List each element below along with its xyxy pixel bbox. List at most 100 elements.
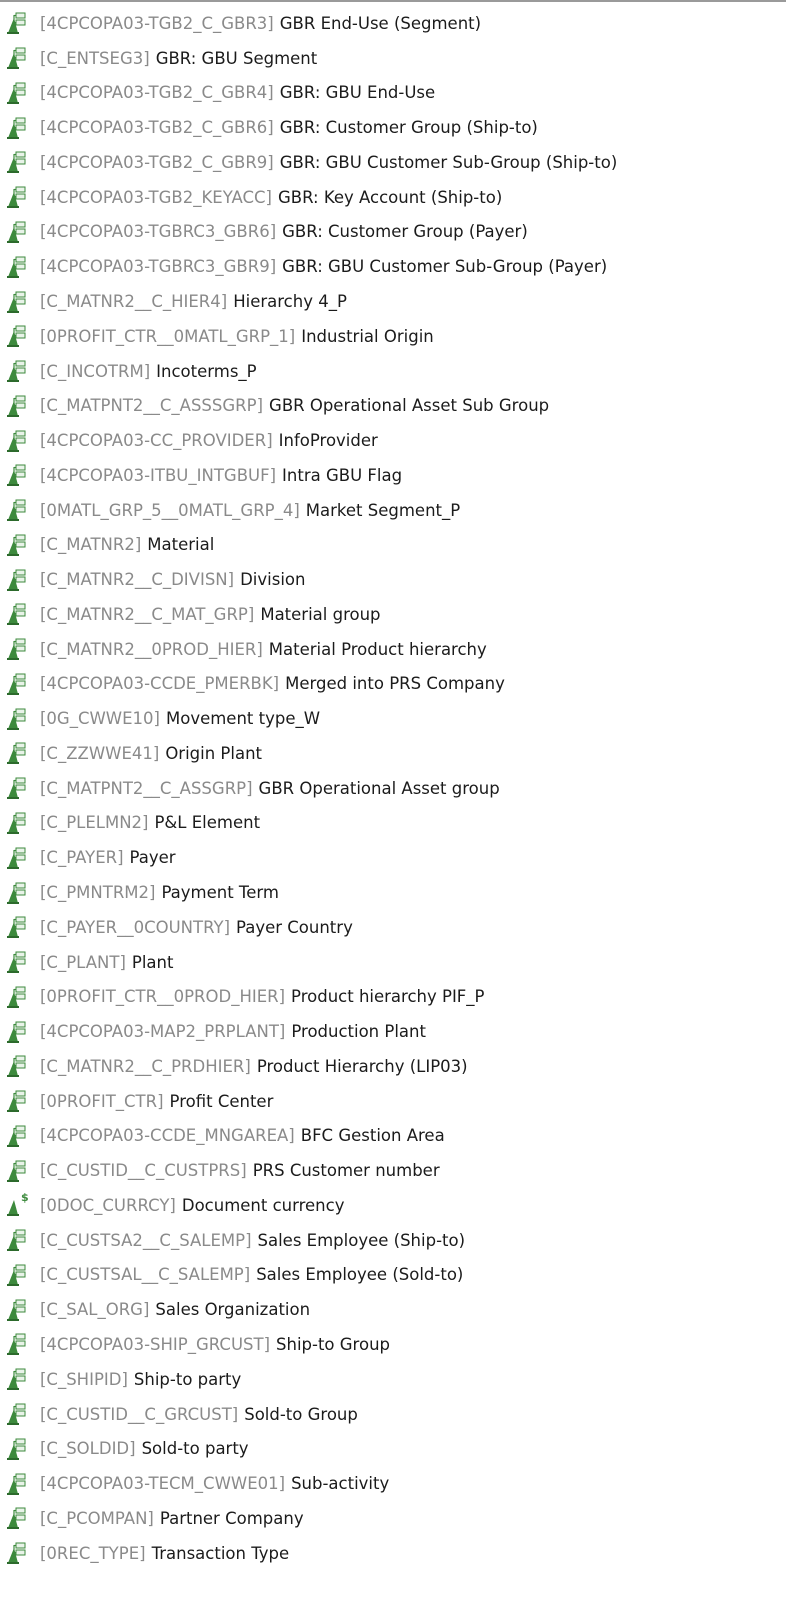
- tree-item[interactable]: [4CPCOPA03-TGB2_C_GBR9] GBR: GBU Customer…: [4, 145, 786, 180]
- tree-item[interactable]: [C_PLELMN2] P&L Element: [4, 806, 786, 841]
- tree-item[interactable]: [0PROFIT_CTR] Profit Center: [4, 1084, 786, 1119]
- technical-name: [4CPCOPA03-ITBU_INTGBUF]: [40, 465, 277, 485]
- tree-item[interactable]: [C_PAYER__0COUNTRY] Payer Country: [4, 910, 786, 945]
- tree-item[interactable]: [C_SAL_ORG] Sales Organization: [4, 1292, 786, 1327]
- tree-item[interactable]: [4CPCOPA03-SHIP_GRCUST] Ship-to Group: [4, 1327, 786, 1362]
- dimension-label: GBR: GBU Customer Sub-Group (Ship-to): [279, 152, 618, 172]
- tree-item[interactable]: [0REC_TYPE] Transaction Type: [4, 1536, 786, 1571]
- tree-item[interactable]: [4CPCOPA03-TECM_CWWE01] Sub-activity: [4, 1466, 786, 1501]
- tree-item[interactable]: $ [0DOC_CURRCY] Document currency: [4, 1188, 786, 1223]
- technical-name: [C_PCOMPAN]: [40, 1508, 154, 1528]
- tree-item[interactable]: [C_SOLDID] Sold-to party: [4, 1431, 786, 1466]
- technical-name: [C_PLANT]: [40, 952, 126, 972]
- tree-item[interactable]: [4CPCOPA03-TGB2_C_GBR4] GBR: GBU End-Use: [4, 76, 786, 111]
- dimension-icon: [4, 82, 32, 104]
- technical-name: [C_INCOTRM]: [40, 361, 151, 381]
- dimension-label: InfoProvider: [278, 431, 378, 451]
- technical-name: [4CPCOPA03-TGB2_C_GBR4]: [40, 83, 274, 103]
- tree-item[interactable]: [C_CUSTID__C_GRCUST] Sold-to Group: [4, 1397, 786, 1432]
- dimension-icon: [4, 1299, 32, 1321]
- tree-item[interactable]: [C_CUSTSAL__C_SALEMP] Sales Employee (Sol…: [4, 1258, 786, 1293]
- tree-item[interactable]: [C_MATPNT2__C_ASSSGRP] GBR Operational As…: [4, 388, 786, 423]
- tree-item[interactable]: [C_CUSTID__C_CUSTPRS] PRS Customer number: [4, 1153, 786, 1188]
- technical-name: [C_CUSTSAL__C_SALEMP]: [40, 1265, 251, 1285]
- dimension-label: Product Hierarchy (LIP03): [256, 1056, 468, 1076]
- dimension-icon: [4, 1229, 32, 1252]
- tree-item[interactable]: [0MATL_GRP_5__0MATL_GRP_4] Market Segment…: [4, 493, 786, 528]
- dimension-icon: [4, 256, 32, 278]
- tree-item[interactable]: [C_MATNR2__C_DIVISN] Division: [4, 562, 786, 597]
- tree-item[interactable]: [C_PLANT] Plant: [4, 945, 786, 980]
- dimension-icon: [4, 534, 32, 556]
- dimension-icon: [4, 360, 32, 383]
- technical-name: [C_ENTSEG3]: [40, 48, 150, 68]
- tree-item[interactable]: [C_MATPNT2__C_ASSGRP] GBR Operational Ass…: [4, 771, 786, 806]
- tree-item[interactable]: [0PROFIT_CTR__0PROD_HIER] Product hierarc…: [4, 979, 786, 1014]
- dimension-label: Production Plant: [291, 1022, 426, 1042]
- tree-item[interactable]: [C_MATNR2__C_HIER4] Hierarchy 4_P: [4, 284, 786, 319]
- dimension-label: Partner Company: [159, 1508, 304, 1528]
- dimension-label: Payer Country: [236, 917, 353, 937]
- tree-item[interactable]: [4CPCOPA03-TGBRC3_GBR9] GBR: GBU Customer…: [4, 249, 786, 284]
- tree-item[interactable]: [C_MATNR2__0PROD_HIER] Material Product h…: [4, 632, 786, 667]
- tree-item[interactable]: [C_ENTSEG3] GBR: GBU Segment: [4, 41, 786, 76]
- dimension-icon: [4, 708, 32, 730]
- dimension-icon: [4, 603, 32, 626]
- tree-item[interactable]: [4CPCOPA03-TGB2_C_GBR3] GBR End-Use (Segm…: [4, 6, 786, 41]
- tree-item[interactable]: [0PROFIT_CTR__0MATL_GRP_1] Industrial Ori…: [4, 319, 786, 354]
- tree-item[interactable]: [C_MATNR2__C_MAT_GRP] Material group: [4, 597, 786, 632]
- tree-item[interactable]: [C_PMNTRM2] Payment Term: [4, 875, 786, 910]
- tree-item[interactable]: [C_MATNR2] Material: [4, 527, 786, 562]
- tree-item[interactable]: [C_MATNR2__C_PRDHIER] Product Hierarchy (…: [4, 1049, 786, 1084]
- tree-item[interactable]: [4CPCOPA03-TGB2_C_GBR6] GBR: Customer Gro…: [4, 110, 786, 145]
- tree-item[interactable]: [C_PAYER] Payer: [4, 840, 786, 875]
- dimension-icon: [4, 882, 32, 904]
- technical-name: [4CPCOPA03-TGB2_C_GBR6]: [40, 118, 274, 138]
- technical-name: [C_MATNR2__C_HIER4]: [40, 292, 228, 311]
- dimension-label: Sub-activity: [291, 1474, 390, 1494]
- tree-item[interactable]: [C_PCOMPAN] Partner Company: [4, 1501, 786, 1536]
- dimension-label: Industrial Origin: [301, 326, 434, 346]
- technical-name: [4CPCOPA03-TGB2_C_GBR9]: [40, 152, 274, 172]
- tree-item[interactable]: [4CPCOPA03-TGB2_KEYACC] GBR: Key Account …: [4, 180, 786, 215]
- tree-item[interactable]: [4CPCOPA03-CC_PROVIDER] InfoProvider: [4, 423, 786, 458]
- dimension-icon: [4, 569, 32, 591]
- dimension-label: GBR: Key Account (Ship-to): [277, 187, 503, 207]
- technical-name: [C_PAYER]: [40, 848, 124, 868]
- tree-item[interactable]: [C_ZZWWE41] Origin Plant: [4, 736, 786, 771]
- technical-name: [C_CUSTSA2__C_SALEMP]: [40, 1230, 252, 1250]
- tree-item[interactable]: [C_SHIPID] Ship-to party: [4, 1362, 786, 1397]
- dimension-label: Sold-to Group: [244, 1404, 358, 1424]
- technical-name: [C_MATNR2__C_DIVISN]: [40, 570, 235, 590]
- technical-name: [0PROFIT_CTR__0MATL_GRP_1]: [40, 326, 296, 346]
- dimension-label: Material group: [260, 604, 381, 624]
- tree-item[interactable]: [4CPCOPA03-MAP2_PRPLANT] Production Plant: [4, 1014, 786, 1049]
- technical-name: [4CPCOPA03-TGBRC3_GBR9]: [40, 257, 277, 277]
- technical-name: [4CPCOPA03-CCDE_PMERBK]: [40, 674, 280, 694]
- tree-item[interactable]: [C_CUSTSA2__C_SALEMP] Sales Employee (Shi…: [4, 1223, 786, 1258]
- dimension-icon: [4, 951, 32, 974]
- dimension-label: GBR End-Use (Segment): [279, 13, 482, 33]
- dimension-icon: [4, 151, 32, 174]
- dimension-icon: [4, 812, 32, 834]
- tree-item[interactable]: [4CPCOPA03-TGBRC3_GBR6] GBR: Customer Gro…: [4, 215, 786, 250]
- technical-name: [C_MATNR2__C_PRDHIER]: [40, 1056, 251, 1076]
- technical-name: [0DOC_CURRCY]: [40, 1195, 176, 1215]
- dimension-label: Payer: [129, 848, 176, 868]
- technical-name: [0MATL_GRP_5__0MATL_GRP_4]: [40, 500, 300, 520]
- tree-item[interactable]: [4CPCOPA03-CCDE_PMERBK] Merged into PRS C…: [4, 667, 786, 702]
- dimension-label: Origin Plant: [165, 743, 263, 763]
- dimension-icon: [4, 847, 32, 869]
- dimension-icon: [4, 12, 32, 35]
- tree-item[interactable]: [4CPCOPA03-CCDE_MNGAREA] BFC Gestion Area: [4, 1119, 786, 1154]
- dimension-icon: [4, 1090, 32, 1113]
- technical-name: [0REC_TYPE]: [40, 1543, 146, 1563]
- dimension-icon: [4, 1507, 32, 1530]
- dimension-icon: [4, 1055, 32, 1078]
- tree-item[interactable]: [0G_CWWE10] Movement type_W: [4, 701, 786, 736]
- technical-name: [C_ZZWWE41]: [40, 743, 160, 763]
- tree-item[interactable]: [4CPCOPA03-ITBU_INTGBUF] Intra GBU Flag: [4, 458, 786, 493]
- tree-item[interactable]: [C_INCOTRM] Incoterms_P: [4, 354, 786, 389]
- dimension-icon: [4, 673, 32, 695]
- dimension-label: Sales Employee (Sold-to): [256, 1265, 464, 1285]
